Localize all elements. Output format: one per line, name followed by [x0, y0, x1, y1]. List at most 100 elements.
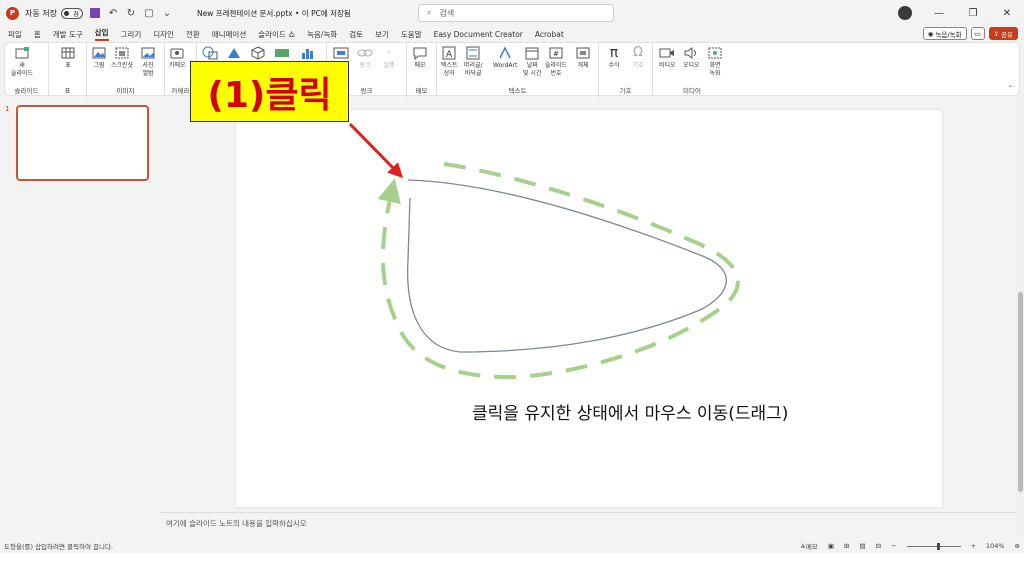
- normal-view-icon[interactable]: ▣: [828, 542, 834, 550]
- zoom-slider[interactable]: [906, 542, 961, 550]
- wordart-button[interactable]: WordArt: [493, 46, 517, 70]
- picture-label: 그림: [93, 62, 105, 69]
- icons-button[interactable]: [226, 46, 242, 62]
- group-images: 그림 스크린샷 사진 앨범 이미지: [87, 43, 165, 97]
- collapse-ribbon-icon[interactable]: ⌃: [1008, 85, 1013, 93]
- screen-recording-button[interactable]: 화면 녹화: [707, 46, 723, 78]
- comment-button[interactable]: 메모: [412, 46, 428, 70]
- autosave-control[interactable]: 자동 저장 끔: [25, 7, 83, 19]
- autosave-toggle[interactable]: 끔: [60, 7, 83, 19]
- zoom-out-icon[interactable]: −: [891, 542, 896, 550]
- object-button[interactable]: 개체: [575, 46, 591, 70]
- record-button[interactable]: ◉ 녹음/녹화: [922, 27, 967, 40]
- slide-caption[interactable]: 클릭을 유지한 상태에서 마우스 이동(드래그): [472, 399, 788, 424]
- comments-button[interactable]: ▭: [970, 27, 985, 40]
- avatar[interactable]: [898, 6, 912, 20]
- zoom-level[interactable]: 104%: [986, 542, 1005, 550]
- photo-album-label: 사진 앨범: [142, 62, 154, 77]
- equation-label: 수식: [608, 62, 620, 69]
- screen-recording-label: 화면 녹화: [709, 62, 721, 77]
- zoom-icon: [333, 46, 349, 60]
- 3d-models-button[interactable]: [250, 46, 266, 62]
- zoom-in-icon[interactable]: +: [971, 542, 976, 550]
- action-button[interactable]: ☆ 실행: [381, 46, 397, 70]
- document-title[interactable]: New 프레젠테이션 문서.pptx • 이 PC에 저장됨: [197, 8, 351, 19]
- tab-design[interactable]: 디자인: [153, 29, 174, 40]
- equation-button[interactable]: π 수식: [606, 46, 622, 70]
- shapes-icon: [202, 46, 218, 60]
- link-label: 링크: [359, 62, 371, 69]
- link-button[interactable]: 링크: [357, 46, 373, 70]
- reading-view-icon[interactable]: ▤: [859, 542, 865, 550]
- video-button[interactable]: 비디오: [659, 46, 676, 70]
- clipboard-icon[interactable]: ▢: [143, 7, 155, 19]
- slide-sorter-icon[interactable]: ⊞: [844, 542, 849, 550]
- zoom-button[interactable]: [333, 46, 349, 62]
- tab-acrobat[interactable]: Acrobat: [535, 30, 564, 39]
- slide-number-icon: #: [548, 46, 564, 60]
- group-symbols: π 수식 Ω 기호 기호: [599, 43, 653, 97]
- notes-pane[interactable]: 여기에 슬라이드 노트의 내용을 입력하십시오: [160, 512, 1016, 538]
- thumbnail-number: 1: [5, 105, 10, 113]
- tab-view[interactable]: 보기: [375, 29, 389, 40]
- close-icon[interactable]: ✕: [1000, 8, 1014, 19]
- group-table: 표 표: [49, 43, 87, 97]
- save-icon[interactable]: [89, 7, 101, 19]
- shapes-button[interactable]: [202, 46, 218, 62]
- cameo-button[interactable]: 카메오: [169, 46, 186, 70]
- wordart-icon: [497, 46, 513, 60]
- share-button[interactable]: ⇪ 공유: [988, 27, 1018, 40]
- tab-insert[interactable]: 삽입: [94, 27, 109, 41]
- textbox-button[interactable]: A 텍스트 상자: [441, 46, 458, 78]
- symbol-button[interactable]: Ω 기호: [630, 46, 646, 70]
- header-footer-label: 머리글/ 바닥글: [464, 62, 483, 77]
- tab-file[interactable]: 파일: [8, 29, 22, 40]
- screenshot-icon: [114, 46, 130, 60]
- slide-thumbnail[interactable]: [16, 105, 149, 181]
- vertical-scrollbar[interactable]: [1016, 97, 1024, 537]
- chart-button[interactable]: [300, 46, 316, 62]
- undo-icon[interactable]: ↶: [107, 7, 119, 19]
- tab-transitions[interactable]: 전환: [186, 29, 200, 40]
- photo-album-button[interactable]: 사진 앨범: [140, 46, 156, 78]
- audio-button[interactable]: 오디오: [683, 46, 700, 70]
- minimize-icon[interactable]: —: [932, 8, 946, 19]
- screenshot-button[interactable]: 스크린샷: [111, 46, 133, 70]
- picture-button[interactable]: 그림: [91, 46, 107, 70]
- date-time-button[interactable]: 날짜 및 시간: [523, 46, 541, 78]
- smartart-button[interactable]: [274, 46, 290, 62]
- powerpoint-window: P 자동 저장 끔 ↶ ↻ ▢ ⌄ New 프레젠테이션 문서.pptx • 이…: [0, 0, 1024, 576]
- new-slide-button[interactable]: 새 슬라이드: [11, 46, 33, 78]
- tab-animations[interactable]: 애니메이션: [212, 29, 247, 40]
- customize-quick-access-icon[interactable]: ⌄: [161, 7, 173, 19]
- table-button[interactable]: 표: [60, 46, 76, 70]
- search-input[interactable]: ⌕ 검색: [418, 4, 614, 22]
- restore-icon[interactable]: ❐: [966, 8, 980, 19]
- group-media: 비디오 오디오 화면 녹화 미디어: [653, 43, 731, 97]
- tab-developer[interactable]: 개발 도구: [53, 29, 83, 40]
- header-footer-button[interactable]: 머리글/ 바닥글: [464, 46, 483, 78]
- fit-to-window-icon[interactable]: ⊕: [1015, 542, 1020, 550]
- svg-text:A: A: [446, 50, 453, 60]
- tab-help[interactable]: 도움말: [401, 29, 422, 40]
- tab-draw[interactable]: 그리기: [121, 29, 142, 40]
- zoom-slider-thumb[interactable]: [936, 542, 940, 550]
- tab-record[interactable]: 녹음/녹화: [307, 29, 337, 40]
- autosave-state: 끔: [73, 10, 79, 18]
- notes-toggle-button[interactable]: ≜메모: [800, 541, 817, 551]
- action-star-icon: ☆: [386, 49, 392, 56]
- cameo-label: 카메오: [169, 62, 186, 69]
- ribbon: 새 슬라이드 슬라이드 표 표 그림 스크린샷 사진 앨범 이미지 카메오 카메…: [4, 42, 1020, 97]
- link-icon: [357, 46, 373, 60]
- tab-home[interactable]: 홈: [34, 29, 41, 40]
- tab-slideshow[interactable]: 슬라이드 쇼: [258, 29, 295, 40]
- ribbon-tabs: 파일 홈 개발 도구 삽입 그리기 디자인 전환 애니메이션 슬라이드 쇼 녹음…: [0, 26, 1024, 42]
- scrollbar-thumb[interactable]: [1018, 292, 1023, 492]
- group-label-images: 이미지: [116, 87, 135, 95]
- tab-review[interactable]: 검토: [349, 29, 363, 40]
- slide-number-button[interactable]: # 슬라이드 번호: [545, 46, 567, 78]
- slideshow-icon[interactable]: ⊟: [876, 542, 881, 550]
- tab-easy-document-creator[interactable]: Easy Document Creator: [434, 30, 523, 39]
- redo-icon[interactable]: ↻: [125, 7, 137, 19]
- slide-canvas[interactable]: [236, 110, 942, 507]
